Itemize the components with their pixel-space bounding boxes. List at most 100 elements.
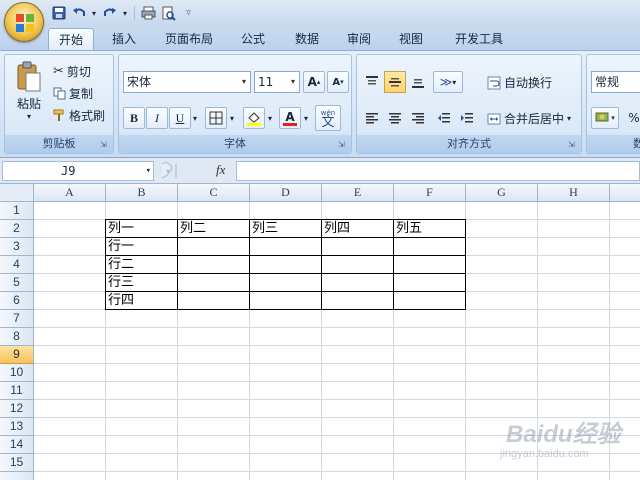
table-cell[interactable] [178,238,250,256]
format-painter-button[interactable]: 格式刷 [53,107,105,124]
row-header-6[interactable]: 6 [0,292,34,310]
cut-button[interactable]: ✂ 剪切 [53,63,91,80]
table-row-label[interactable]: 行一 [106,238,178,256]
office-button[interactable] [4,2,44,42]
table-header-cell[interactable]: 列四 [322,220,394,238]
tab-home[interactable]: 开始 [48,28,94,50]
column-header-g[interactable]: G [466,184,538,202]
copy-button[interactable]: 复制 [53,85,93,102]
table-cell[interactable] [178,256,250,274]
table-row-label[interactable]: 行二 [106,256,178,274]
table-cell[interactable] [250,274,322,292]
tab-review[interactable]: 审阅 [336,28,382,50]
paste-dropdown-icon[interactable]: ▾ [27,112,31,121]
row-header-2[interactable]: 2 [0,220,34,238]
row-header-7[interactable]: 7 [0,310,34,328]
table-header-cell[interactable]: 列三 [250,220,322,238]
align-left-button[interactable] [361,107,383,129]
phonetic-button[interactable]: wén 文 [315,105,341,131]
row-header-11[interactable]: 11 [0,382,34,400]
number-format-combo[interactable]: 常规 [591,71,640,93]
row-header-9[interactable]: 9 [0,346,34,364]
tab-page-layout[interactable]: 页面布局 [156,28,222,50]
row-header-15[interactable]: 15 [0,454,34,472]
font-color-button[interactable]: A [279,107,301,129]
row-header-4[interactable]: 4 [0,256,34,274]
undo-icon[interactable] [70,5,87,22]
underline-dropdown-icon[interactable]: ▾ [190,107,200,129]
font-launcher-icon[interactable]: ⇲ [338,140,348,150]
underline-button[interactable]: U [169,107,191,129]
merge-dropdown-icon[interactable]: ▾ [567,114,571,123]
table-row-label[interactable]: 行四 [106,292,178,310]
worksheet-grid[interactable]: A B C D E F G H 1 2 3 4 5 6 7 8 9 10 11 … [0,184,640,480]
name-box[interactable]: J9 ▾ [2,161,154,181]
table-cell[interactable] [322,256,394,274]
undo-dropdown-icon[interactable]: ▾ [90,5,98,22]
table-row-label[interactable]: 行三 [106,274,178,292]
tab-formulas[interactable]: 公式 [230,28,276,50]
column-header-e[interactable]: E [322,184,394,202]
insert-function-button[interactable]: fx [216,162,225,178]
accounting-button[interactable]: ▾ [591,107,619,129]
table-cell[interactable] [394,292,466,310]
row-header-3[interactable]: 3 [0,238,34,256]
table-cell[interactable] [394,238,466,256]
column-header-c[interactable]: C [178,184,250,202]
column-header-partial[interactable] [610,184,640,202]
italic-button[interactable]: I [146,107,168,129]
redo-dropdown-icon[interactable]: ▾ [121,5,129,22]
wrap-text-button[interactable]: 自动换行 [487,74,552,91]
row-header-8[interactable]: 8 [0,328,34,346]
font-size-combo[interactable]: 11 ▾ [254,71,300,93]
tab-data[interactable]: 数据 [284,28,330,50]
fill-color-button[interactable] [243,107,265,129]
table-cell[interactable] [394,274,466,292]
grow-font-button[interactable]: A ▴ [303,71,325,93]
borders-dropdown-icon[interactable]: ▾ [227,107,237,129]
tab-insert[interactable]: 插入 [100,28,148,50]
row-header-12[interactable]: 12 [0,400,34,418]
orientation-button[interactable]: ≫ ▾ [433,71,463,93]
table-header-cell[interactable]: 列五 [394,220,466,238]
column-header-a[interactable]: A [34,184,106,202]
tab-view[interactable]: 视图 [388,28,434,50]
borders-button[interactable] [205,107,227,129]
table-cell[interactable] [250,292,322,310]
chevron-down-icon[interactable]: ▾ [287,72,299,92]
font-name-combo[interactable]: 宋体 ▾ [123,71,251,93]
shrink-font-button[interactable]: A ▾ [327,71,349,93]
print-icon[interactable] [140,5,157,22]
customize-icon[interactable]: ▿ [180,5,197,22]
row-header-10[interactable]: 10 [0,364,34,382]
align-right-button[interactable] [407,107,429,129]
row-header-5[interactable]: 5 [0,274,34,292]
align-bottom-button[interactable] [407,71,429,93]
align-center-button[interactable] [384,107,406,129]
table-cell[interactable] [322,274,394,292]
tab-developer[interactable]: 开发工具 [442,28,516,50]
row-header-14[interactable]: 14 [0,436,34,454]
percent-button[interactable]: % [623,107,640,129]
table-cell[interactable] [394,256,466,274]
increase-indent-button[interactable] [456,107,478,129]
align-middle-button[interactable] [384,71,406,93]
row-header-1[interactable]: 1 [0,202,34,220]
bold-button[interactable]: B [123,107,145,129]
table-cell[interactable] [322,238,394,256]
column-header-f[interactable]: F [394,184,466,202]
table-header-cell[interactable]: 列二 [178,220,250,238]
table-header-cell[interactable]: 列一 [106,220,178,238]
column-header-h[interactable]: H [538,184,610,202]
select-all-corner[interactable] [0,184,34,202]
table-cell[interactable] [250,238,322,256]
paste-button[interactable]: 粘贴 ▾ [11,61,47,121]
merge-center-button[interactable]: 合并后居中 ▾ [487,110,571,127]
orientation-dropdown-icon[interactable]: ▾ [452,78,456,87]
decrease-indent-button[interactable] [433,107,455,129]
formula-input[interactable] [236,161,640,181]
table-cell[interactable] [322,292,394,310]
column-header-b[interactable]: B [106,184,178,202]
chevron-down-icon[interactable]: ▾ [238,72,250,92]
table-cell[interactable] [250,256,322,274]
